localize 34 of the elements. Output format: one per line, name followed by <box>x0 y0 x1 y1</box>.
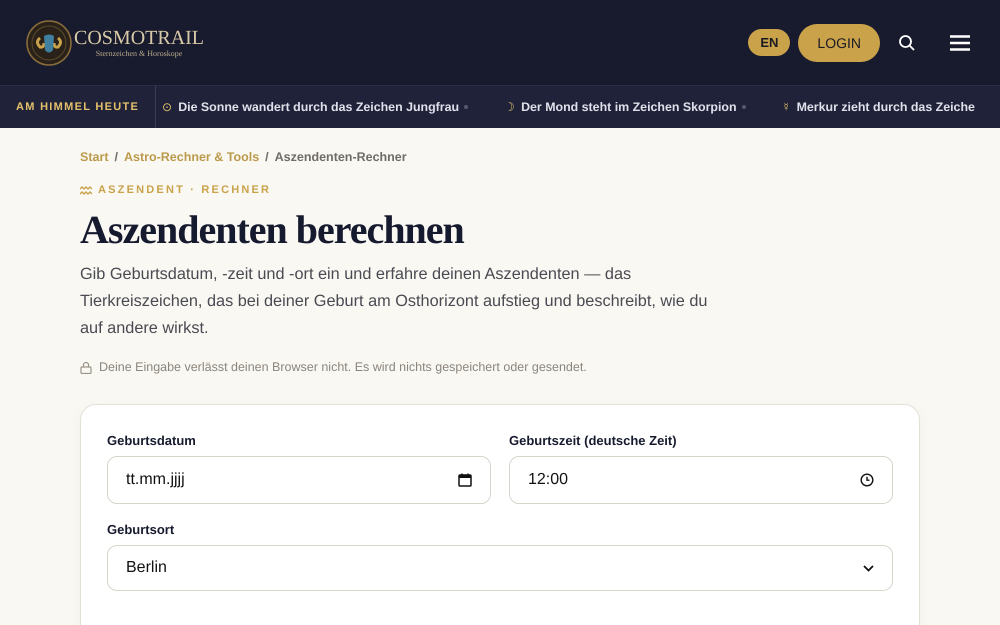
eyebrow-label: ASZENDENT · RECHNER <box>98 184 272 196</box>
chevron-down-icon[interactable] <box>863 564 874 572</box>
separator-dot-icon <box>464 105 468 109</box>
calendar-icon[interactable] <box>458 473 472 487</box>
menu-icon[interactable] <box>950 34 970 50</box>
field-label: Geburtsdatum <box>107 433 197 448</box>
aquarius-icon <box>80 186 92 194</box>
search-icon[interactable] <box>898 34 916 52</box>
ticker-item[interactable]: Die Sonne wandert durch das Zeichen Jungfrau <box>178 100 460 114</box>
time-field[interactable]: 12:00 <box>509 456 893 504</box>
page-title: Aszendenten berechnen <box>80 206 466 253</box>
language-button[interactable]: EN <box>748 29 790 56</box>
lock-icon <box>80 360 92 374</box>
logo-title[interactable]: COSMOTRAIL <box>74 27 204 49</box>
ticker-item[interactable]: Der Mond steht im Zeichen Skorpion <box>521 100 737 114</box>
planet-symbol: ☿ <box>782 100 791 114</box>
ticker-label: AM HIMMEL HEUTE <box>0 86 156 128</box>
privacy-note: Deine Eingabe verlässt deinen Browser nicht. Es wird nichts gespeichert oder gesendet. <box>99 360 587 374</box>
breadcrumb-separator: / <box>265 150 269 164</box>
intro-paragraph: Gib Geburtsdatum, -zeit und -ort ein und erfahre deinen Aszendenten — das Tierkreiszeichen, das bei deiner Geburt am Osthorizont aufstieg und beschreibt, wie du auf andere wirkst. <box>80 264 708 339</box>
ticker-item[interactable]: Merkur zieht durch das Zeiche <box>796 100 975 114</box>
date-field[interactable]: tt.mm.jjjj <box>107 456 491 504</box>
planet-symbol: ☽ <box>504 100 516 114</box>
separator-dot-icon <box>742 105 746 109</box>
logo-subtitle: Sternzeichen & Horoskope <box>96 49 182 58</box>
planet-symbol: ⊙ <box>162 100 172 114</box>
login-button[interactable]: LOGIN <box>798 24 880 62</box>
field-label: Geburtszeit (deutsche Zeit) <box>509 433 678 448</box>
location-select[interactable]: Berlin <box>107 545 893 591</box>
breadcrumb-current: Aszendenten-Rechner <box>274 150 407 164</box>
field-label: Geburtsort <box>107 522 176 537</box>
ram-emblem-icon[interactable] <box>26 20 72 66</box>
clock-icon[interactable] <box>860 473 874 487</box>
breadcrumb-separator: / <box>114 150 118 164</box>
